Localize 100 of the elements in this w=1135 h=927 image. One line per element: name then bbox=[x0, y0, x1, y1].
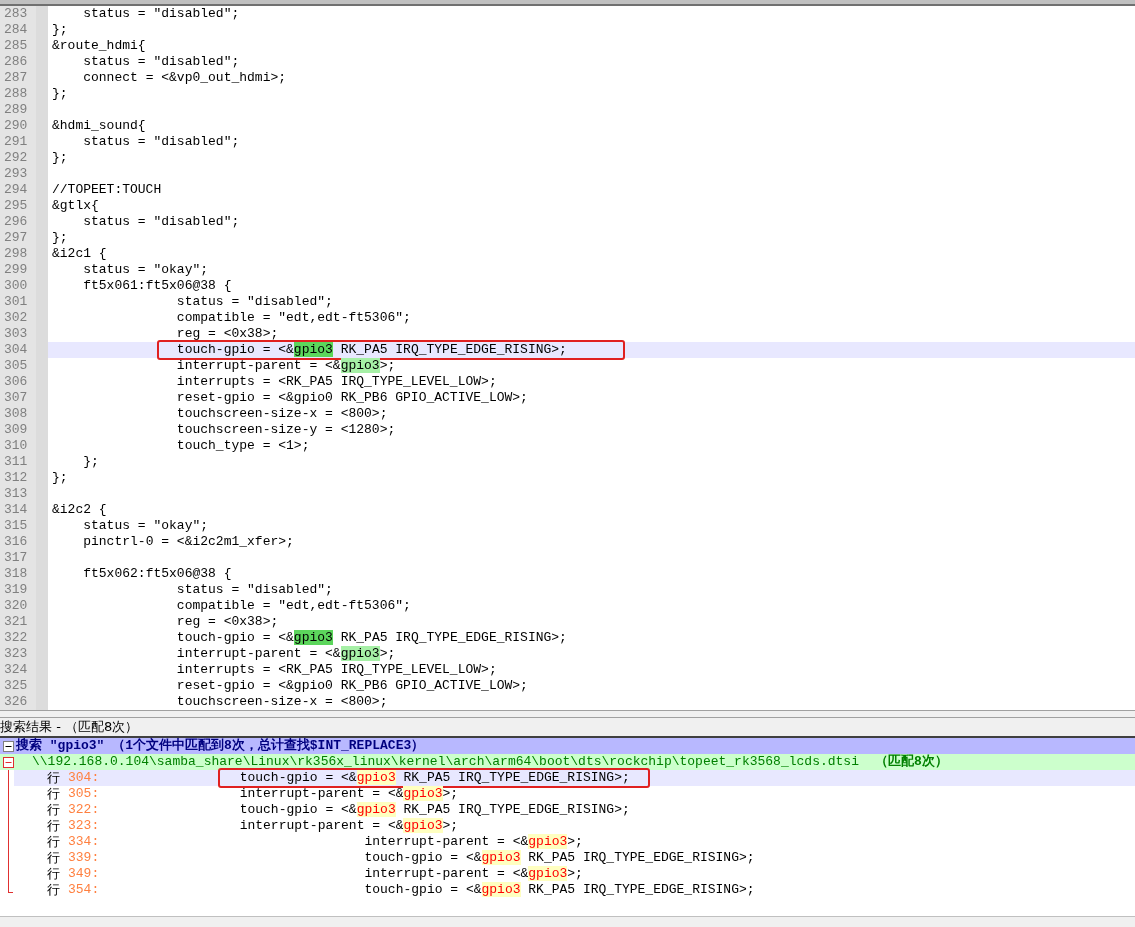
code-line: ft5x062:ft5x06@38 { bbox=[83, 566, 232, 582]
result-row[interactable]: 行 349: interrupt-parent = <&gpio3>; bbox=[14, 866, 1135, 882]
code-line: status = "okay"; bbox=[83, 518, 209, 534]
line-number: 324 bbox=[3, 662, 29, 678]
code-line: &i2c2 { bbox=[52, 502, 107, 518]
line-number: 307 bbox=[3, 390, 29, 406]
match-highlight: gpio3 bbox=[528, 866, 568, 881]
code-line: }; bbox=[83, 454, 99, 470]
line-number: 296 bbox=[3, 214, 29, 230]
match-highlight: gpio3 bbox=[340, 358, 380, 373]
line-number: 325 bbox=[3, 678, 29, 694]
code-line: //TOPEET:TOUCH bbox=[52, 182, 162, 198]
code-line: touchscreen-size-x = <800>; bbox=[176, 694, 388, 710]
line-number: 298 bbox=[3, 246, 29, 262]
line-number: 302 bbox=[3, 310, 29, 326]
line-number: 300 bbox=[3, 278, 29, 294]
code-line: interrupts = <RK_PA5 IRQ_TYPE_LEVEL_LOW>; bbox=[176, 662, 497, 678]
search-summary: 搜索 "gpio3" （1个文件中匹配到8次，总计查找$INT_REPLACE3） bbox=[16, 738, 425, 754]
line-number: 309 bbox=[3, 422, 29, 438]
code-line: compatible = "edt,edt-ft5306"; bbox=[176, 310, 411, 326]
file-path: \\192.168.0.104\samba_share\Linux\rk356x_linux\kernel\arch\arm64\boot\dts\rockchip\topeet_rk3568_lcds.dtsi bbox=[32, 754, 859, 770]
line-number: 299 bbox=[3, 262, 29, 278]
line-number: 318 bbox=[3, 566, 29, 582]
code-line: &i2c1 { bbox=[52, 246, 107, 262]
code-line: status = "disabled"; bbox=[176, 582, 333, 598]
line-number: 312 bbox=[3, 470, 29, 486]
line-number: 323 bbox=[3, 646, 29, 662]
match-highlight: gpio3 bbox=[481, 882, 521, 897]
line-number: 297 bbox=[3, 230, 29, 246]
code-line: status = "disabled"; bbox=[83, 6, 240, 22]
line-number: 287 bbox=[3, 70, 29, 86]
line-number: 285 bbox=[3, 38, 29, 54]
collapse-icon[interactable] bbox=[3, 740, 14, 752]
line-number: 304 bbox=[3, 342, 29, 358]
line-number: 292 bbox=[3, 150, 29, 166]
code-line: pinctrl-0 = <&i2c2m1_xfer>; bbox=[83, 534, 294, 550]
line-number: 294 bbox=[3, 182, 29, 198]
line-number: 315 bbox=[3, 518, 29, 534]
code-line: touchscreen-size-x = <800>; bbox=[176, 406, 388, 422]
code-line: interrupt-parent = <&gpio3>; bbox=[176, 646, 396, 662]
code-line: interrupt-parent = <&gpio3>; bbox=[176, 358, 396, 374]
code-line: reg = <0x38>; bbox=[176, 326, 279, 342]
match-highlight: gpio3 bbox=[403, 818, 443, 833]
result-row[interactable]: 行 305: interrupt-parent = <&gpio3>; bbox=[14, 786, 1135, 802]
result-row[interactable]: 行 322: touch-gpio = <&gpio3 RK_PA5 IRQ_TYPE_EDGE_RISING>; bbox=[14, 802, 1135, 818]
line-number: 322 bbox=[3, 630, 29, 646]
code-line: compatible = "edt,edt-ft5306"; bbox=[176, 598, 411, 614]
code-line: connect = <&vp0_out_hdmi>; bbox=[83, 70, 287, 86]
line-number: 289 bbox=[3, 102, 29, 118]
line-number: 311 bbox=[3, 454, 29, 470]
code-line: status = "disabled"; bbox=[83, 54, 240, 70]
code-line: touch_type = <1>; bbox=[176, 438, 310, 454]
code-line: status = "disabled"; bbox=[83, 134, 240, 150]
code-line: &gtlx{ bbox=[52, 198, 99, 214]
code-line: &hdmi_sound{ bbox=[52, 118, 146, 134]
code-line: touchscreen-size-y = <1280>; bbox=[176, 422, 396, 438]
code-line: status = "disabled"; bbox=[83, 214, 240, 230]
line-number: 310 bbox=[3, 438, 29, 454]
match-highlight: gpio3 bbox=[403, 786, 443, 801]
code-line: reset-gpio = <&gpio0 RK_PB6 GPIO_ACTIVE_LOW>; bbox=[176, 678, 528, 694]
code-line: }; bbox=[52, 86, 68, 102]
panel-title: 搜索结果 - （匹配8次） bbox=[0, 718, 1135, 738]
line-number: 313 bbox=[3, 486, 29, 502]
line-number: 319 bbox=[3, 582, 29, 598]
line-number: 291 bbox=[3, 134, 29, 150]
code-line: }; bbox=[52, 230, 68, 246]
line-number: 283 bbox=[3, 6, 29, 22]
line-number: 305 bbox=[3, 358, 29, 374]
code-line: reset-gpio = <&gpio0 RK_PB6 GPIO_ACTIVE_LOW>; bbox=[176, 390, 528, 406]
code-line: }; bbox=[52, 150, 68, 166]
code-line: status = "disabled"; bbox=[176, 294, 333, 310]
line-number: 284 bbox=[3, 22, 29, 38]
match-highlight: gpio3 bbox=[356, 802, 396, 817]
line-number: 301 bbox=[3, 294, 29, 310]
code-line: interrupts = <RK_PA5 IRQ_TYPE_LEVEL_LOW>; bbox=[176, 374, 497, 390]
result-row[interactable]: 行 354: touch-gpio = <&gpio3 RK_PA5 IRQ_TYPE_EDGE_RISING>; bbox=[14, 882, 1135, 898]
result-row[interactable]: 行 334: interrupt-parent = <&gpio3>; bbox=[14, 834, 1135, 850]
result-row[interactable]: 行 304: touch-gpio = <&gpio3 RK_PA5 IRQ_TYPE_EDGE_RISING>; bbox=[14, 770, 1135, 786]
line-number: 286 bbox=[3, 54, 29, 70]
code-line: status = "okay"; bbox=[83, 262, 209, 278]
line-number: 308 bbox=[3, 406, 29, 422]
result-row[interactable]: 行 323: interrupt-parent = <&gpio3>; bbox=[14, 818, 1135, 834]
line-number: 290 bbox=[3, 118, 29, 134]
code-line: ft5x061:ft5x06@38 { bbox=[83, 278, 232, 294]
line-number: 326 bbox=[3, 694, 29, 710]
code-line: &route_hdmi{ bbox=[52, 38, 146, 54]
line-number: 306 bbox=[3, 374, 29, 390]
line-number: 314 bbox=[3, 502, 29, 518]
line-number: 320 bbox=[3, 598, 29, 614]
code-line: }; bbox=[52, 470, 68, 486]
result-row[interactable]: 行 339: touch-gpio = <&gpio3 RK_PA5 IRQ_TYPE_EDGE_RISING>; bbox=[14, 850, 1135, 866]
code-line: }; bbox=[52, 22, 68, 38]
match-highlight: gpio3 bbox=[340, 646, 380, 661]
line-number: 288 bbox=[3, 86, 29, 102]
line-number: 317 bbox=[3, 550, 29, 566]
match-highlight: gpio3 bbox=[356, 770, 396, 785]
line-number: 293 bbox=[3, 166, 29, 182]
match-highlight: gpio3 bbox=[528, 834, 568, 849]
line-number: 295 bbox=[3, 198, 29, 214]
match-highlight: gpio3 bbox=[481, 850, 521, 865]
